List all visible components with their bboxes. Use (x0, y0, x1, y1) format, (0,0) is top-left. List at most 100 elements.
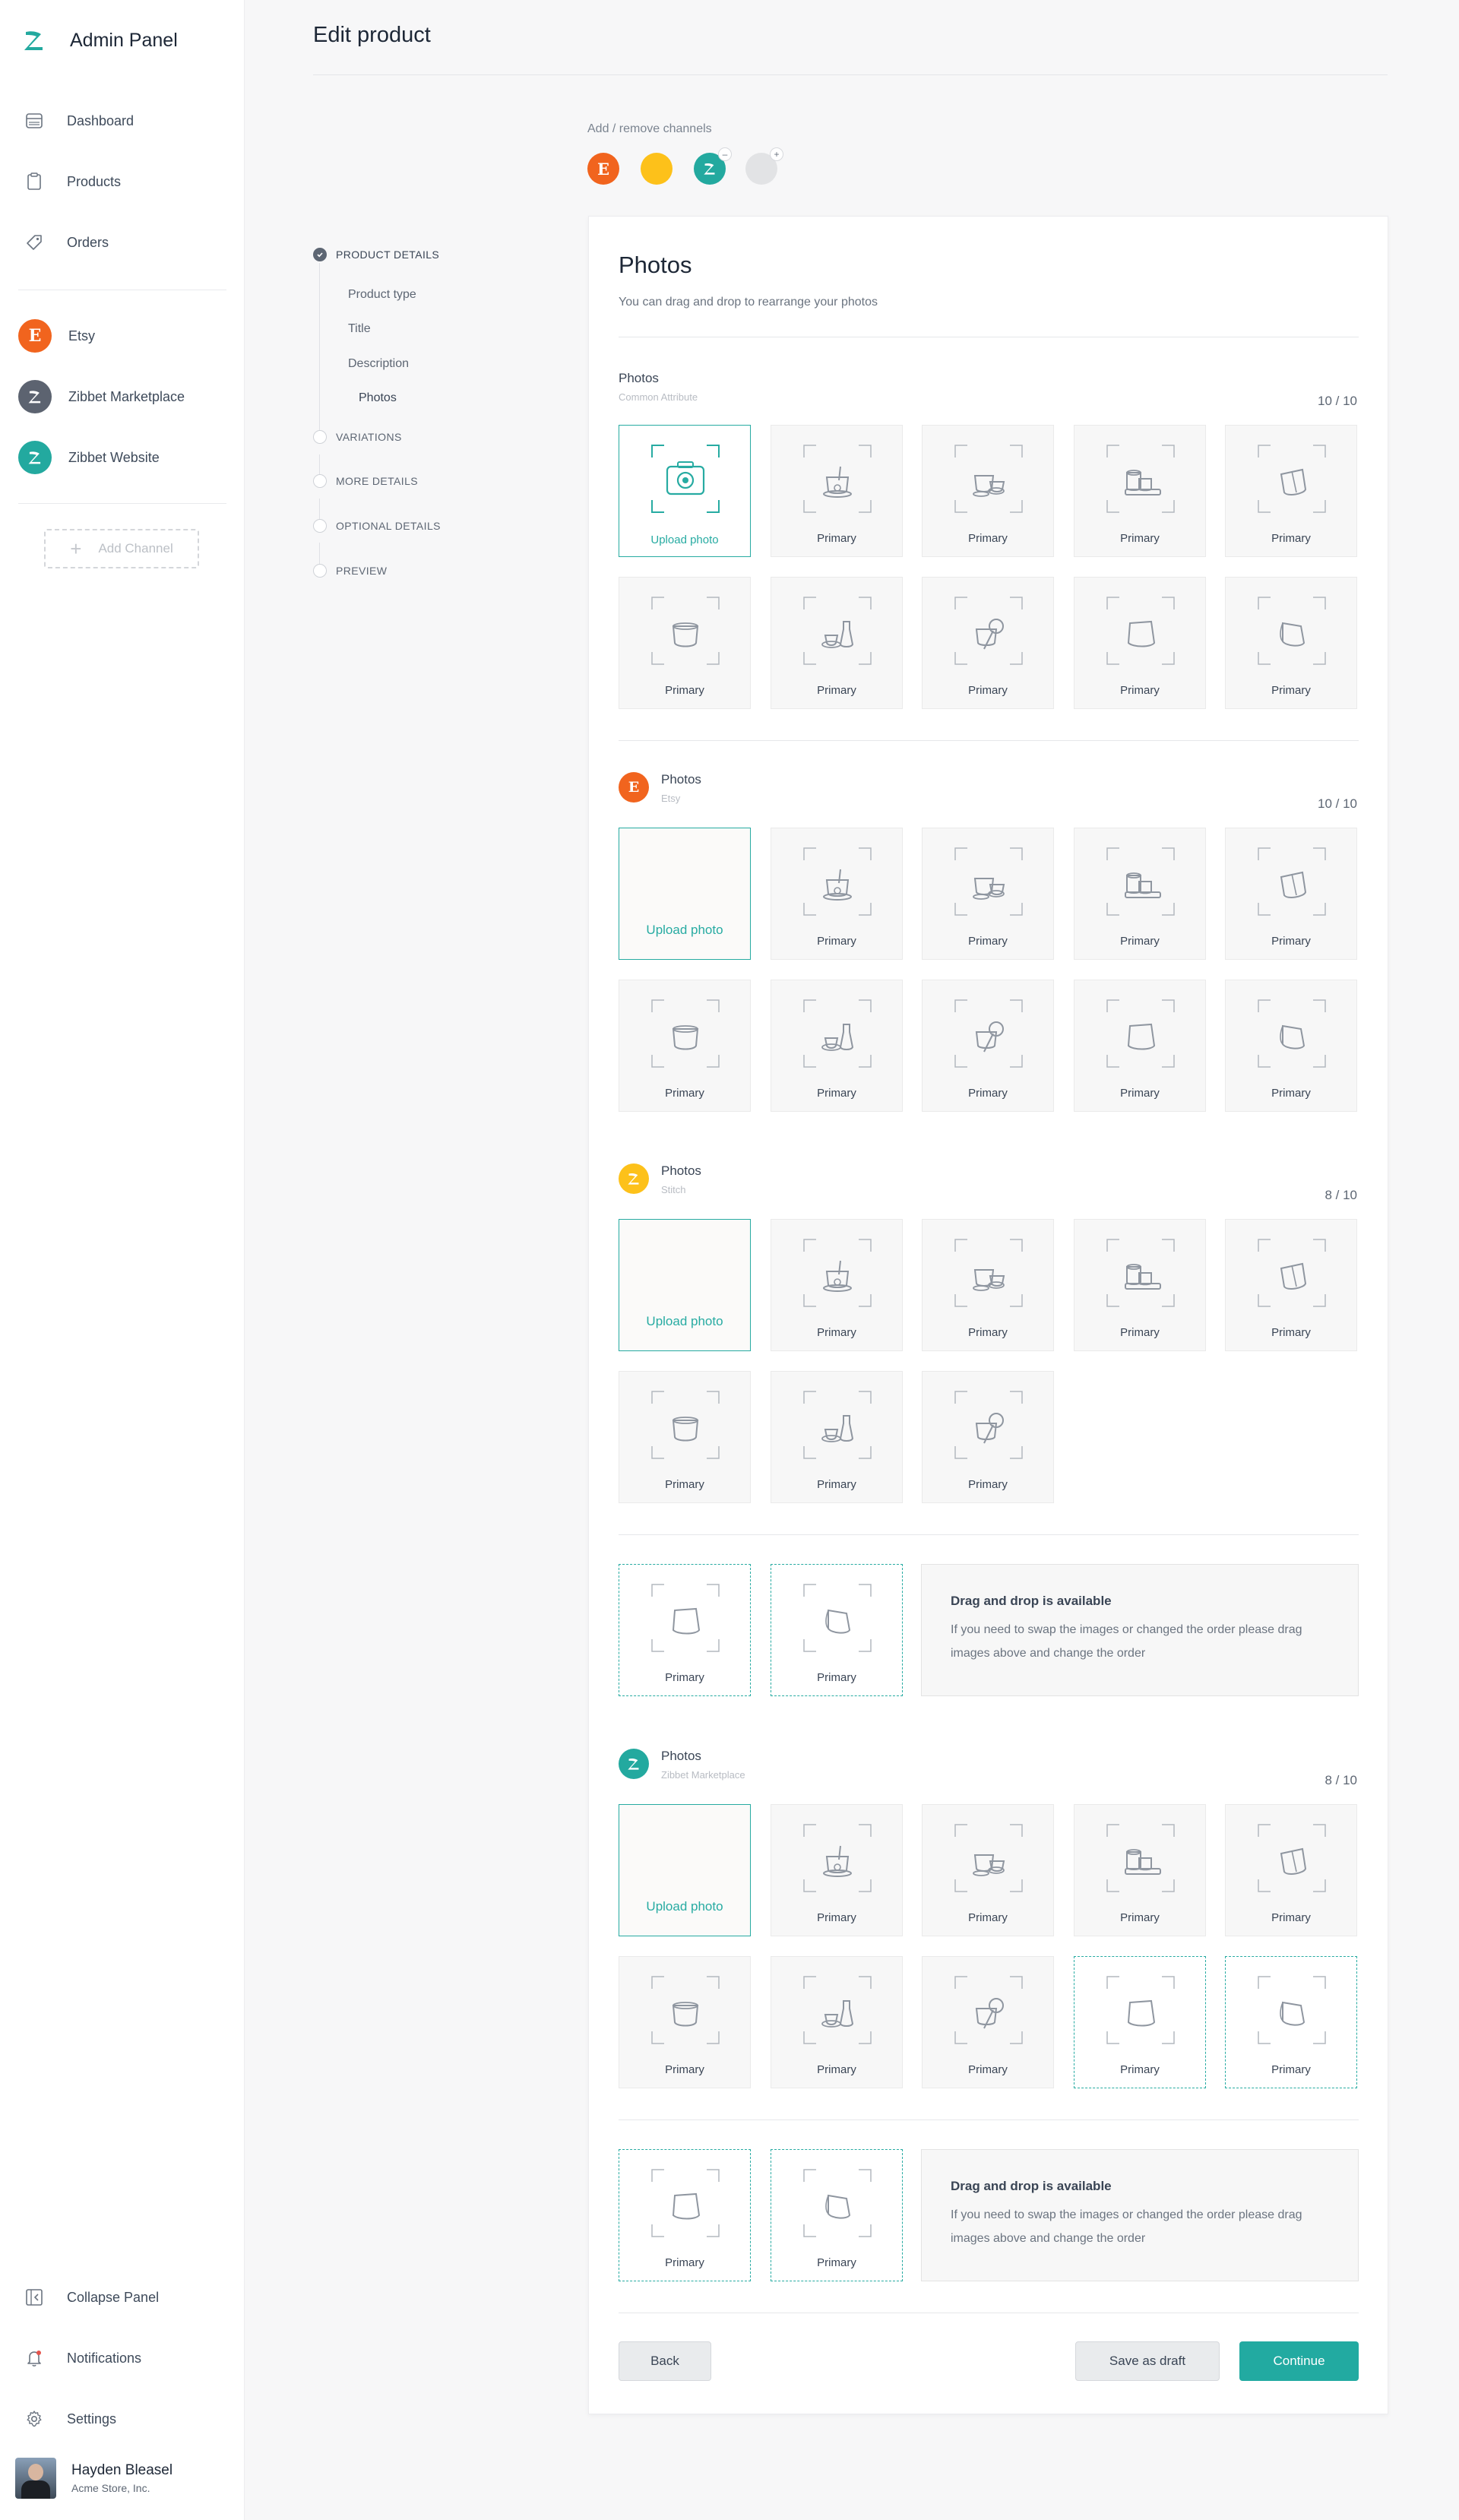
settings-button[interactable]: Settings (24, 2409, 116, 2429)
continue-button[interactable]: Continue (1239, 2341, 1359, 2381)
photo-tile[interactable]: Primary (771, 2149, 903, 2281)
photo-tile[interactable]: Primary (1074, 425, 1206, 557)
channel-zibbet-toggle[interactable]: – (694, 147, 732, 185)
photo-tile[interactable]: Primary (922, 980, 1054, 1112)
photo-tile[interactable]: Primary (771, 577, 903, 709)
photo-tile[interactable]: Primary (619, 980, 751, 1112)
photo-tile[interactable]: Primary (771, 1564, 903, 1696)
sidebar-item-orders[interactable]: Orders (24, 233, 109, 252)
plus-icon: + (70, 537, 82, 560)
product-photo-icon (651, 597, 720, 665)
upload-photo-button[interactable]: Upload photo (619, 828, 751, 960)
sidebar-channel-etsy[interactable]: E Etsy (18, 319, 95, 353)
photo-tile[interactable]: Primary (1225, 1219, 1357, 1351)
product-photo-icon (1258, 847, 1326, 916)
photo-tile-label: Primary (817, 532, 856, 545)
photo-tile[interactable]: Primary (619, 1564, 751, 1696)
etsy-icon: E (18, 319, 52, 353)
photo-tile[interactable]: Primary (771, 1371, 903, 1503)
notifications-button[interactable]: Notifications (24, 2348, 141, 2368)
photo-tile[interactable]: Primary (922, 577, 1054, 709)
photo-tile[interactable]: Primary (771, 1804, 903, 1936)
channel-stitch-toggle[interactable] (641, 153, 673, 185)
product-photo-icon (1106, 847, 1175, 916)
photo-tile[interactable]: Primary (922, 1371, 1054, 1503)
remove-channel-badge[interactable]: – (718, 147, 732, 161)
substep-photos[interactable]: Photos (359, 391, 397, 405)
sidebar-item-label: Etsy (68, 328, 96, 343)
upload-photo-button[interactable]: Upload photo (619, 1219, 751, 1351)
add-channel-badge[interactable]: + (770, 147, 783, 161)
step-preview[interactable]: PREVIEW (313, 564, 387, 578)
sidebar-item-dashboard[interactable]: Dashboard (24, 111, 134, 131)
substep-description[interactable]: Description (348, 357, 409, 371)
photo-tile[interactable]: Primary (771, 828, 903, 960)
substep-title[interactable]: Title (348, 322, 371, 336)
photo-tile[interactable]: Primary (619, 1371, 751, 1503)
photo-tile[interactable]: Primary (619, 577, 751, 709)
collapse-panel-button[interactable]: Collapse Panel (24, 2287, 159, 2307)
zibbet-marketplace-icon (18, 380, 52, 413)
sidebar-channel-zibbet-website[interactable]: Zibbet Website (18, 441, 160, 474)
photo-tile[interactable]: Primary (1225, 980, 1357, 1112)
user-profile[interactable]: Hayden Bleasel Acme Store, Inc. (15, 2458, 172, 2499)
photo-tile-label: Primary (1271, 935, 1311, 948)
sidebar-item-label: Notifications (67, 2350, 142, 2366)
photo-tile[interactable]: Primary (1225, 1804, 1357, 1936)
section-title: Photos (619, 371, 659, 385)
add-channel-button[interactable]: + Add Channel (44, 529, 199, 568)
photo-tile-label: Primary (1120, 2063, 1160, 2076)
photo-tile[interactable]: Primary (771, 425, 903, 557)
product-photo-icon (651, 1584, 720, 1652)
step-product-details[interactable]: PRODUCT DETAILS (313, 248, 439, 261)
photo-tile[interactable]: Primary (1225, 1956, 1357, 2088)
channels-label: Add / remove channels (587, 122, 712, 135)
photo-tile[interactable]: Primary (1225, 577, 1357, 709)
upload-photo-button[interactable]: Upload photo (619, 1804, 751, 1936)
photo-tile[interactable]: Primary (1074, 1956, 1206, 2088)
brand[interactable]: Admin Panel (21, 27, 178, 53)
substep-product-type[interactable]: Product type (348, 288, 416, 302)
photo-tile[interactable]: Primary (1225, 828, 1357, 960)
photo-tile[interactable]: Primary (771, 1219, 903, 1351)
product-photo-icon (954, 847, 1023, 916)
user-name: Hayden Bleasel (71, 2462, 173, 2478)
section-subtitle: Stitch (661, 1184, 686, 1195)
photo-tile-label: Primary (1271, 1911, 1311, 1924)
card-title: Photos (619, 252, 692, 278)
photo-tile[interactable]: Primary (1074, 577, 1206, 709)
sidebar-item-products[interactable]: Products (24, 172, 121, 192)
photo-tile-label: Primary (1271, 1087, 1311, 1100)
photo-tile[interactable]: Primary (922, 1956, 1054, 2088)
step-variations[interactable]: VARIATIONS (313, 430, 402, 444)
step-circle (313, 430, 327, 444)
photo-tile[interactable]: Primary (922, 1804, 1054, 1936)
save-draft-button[interactable]: Save as draft (1075, 2341, 1220, 2381)
photo-tile[interactable]: Primary (619, 1956, 751, 2088)
photo-tile-label: Primary (968, 532, 1008, 545)
photo-tile[interactable]: Primary (619, 2149, 751, 2281)
back-button[interactable]: Back (619, 2341, 711, 2381)
photo-tile[interactable]: Primary (922, 1219, 1054, 1351)
upload-photo-button[interactable]: Upload photo (619, 425, 751, 557)
photo-tile[interactable]: Primary (922, 425, 1054, 557)
photo-tile[interactable]: Primary (771, 980, 903, 1112)
photo-tile[interactable]: Primary (1225, 425, 1357, 557)
step-more-details[interactable]: MORE DETAILS (313, 474, 418, 488)
tag-icon (24, 233, 44, 252)
photo-tile[interactable]: Primary (1074, 828, 1206, 960)
step-optional-details[interactable]: OPTIONAL DETAILS (313, 519, 441, 533)
product-photo-icon (651, 999, 720, 1068)
sidebar-channel-zibbet-marketplace[interactable]: Zibbet Marketplace (18, 380, 185, 413)
channel-etsy-toggle[interactable]: E (587, 153, 619, 185)
header-divider (313, 74, 1388, 75)
photo-tile[interactable]: Primary (1074, 1219, 1206, 1351)
step-circle (313, 564, 327, 578)
add-channel-toggle[interactable]: + (745, 147, 783, 185)
product-photo-icon (803, 445, 872, 513)
photo-tile[interactable]: Primary (1074, 1804, 1206, 1936)
photo-tile[interactable]: Primary (1074, 980, 1206, 1112)
product-photo-icon (954, 1239, 1023, 1307)
photo-tile[interactable]: Primary (771, 1956, 903, 2088)
photo-tile[interactable]: Primary (922, 828, 1054, 960)
